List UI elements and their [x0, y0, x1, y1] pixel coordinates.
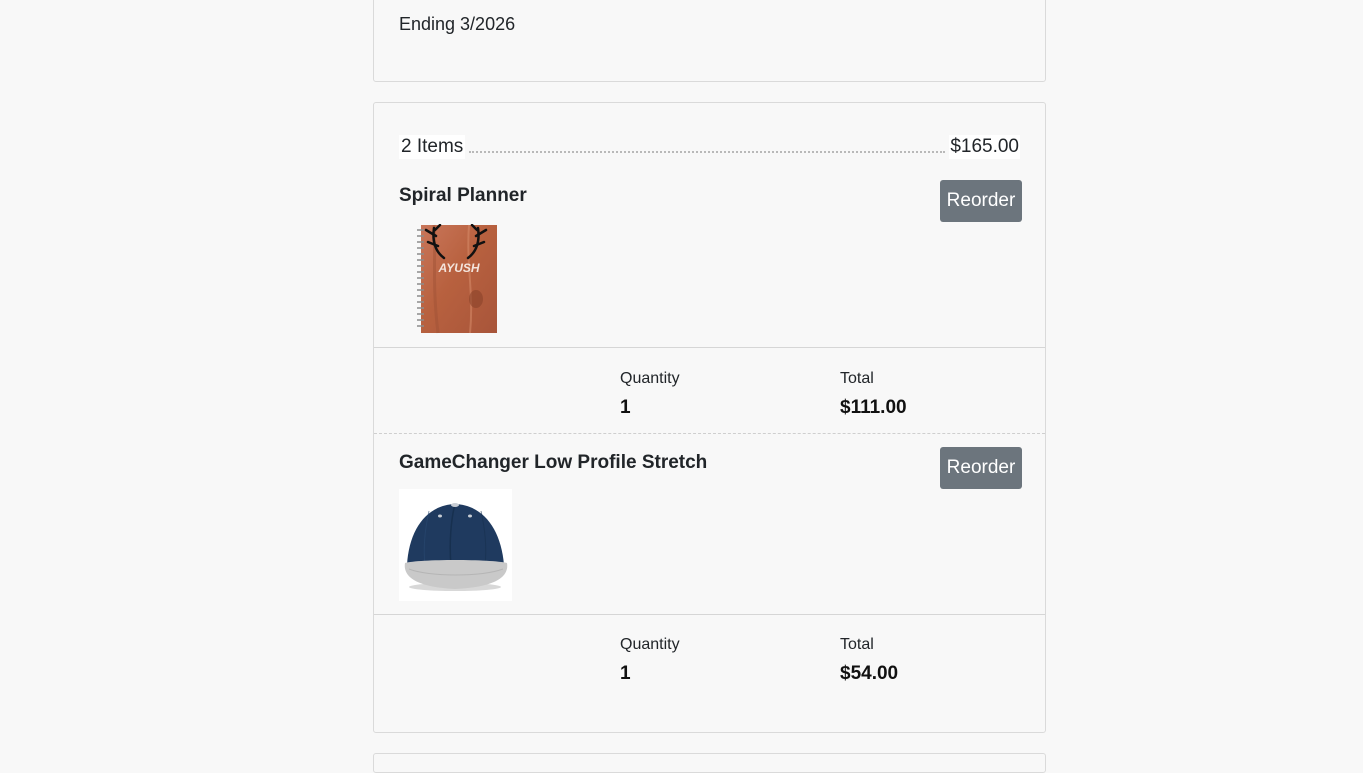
total-label: Total — [840, 370, 874, 387]
quantity-label: Quantity — [620, 636, 680, 653]
divider — [374, 347, 1045, 348]
item-name[interactable]: Spiral Planner — [399, 185, 527, 207]
quantity-value: 1 — [620, 397, 631, 418]
next-card — [373, 753, 1046, 773]
quantity-label: Quantity — [620, 370, 680, 387]
order-summary-row: 2 Items $165.00 — [399, 133, 1020, 159]
item-total: $54.00 — [840, 663, 899, 684]
cap-image[interactable] — [399, 489, 512, 606]
item-total: $111.00 — [840, 397, 907, 418]
quantity-value: 1 — [620, 663, 631, 684]
card-expiry: Ending 3/2026 — [399, 14, 516, 34]
item-count: 2 Items — [399, 135, 466, 159]
reorder-button[interactable]: Reorder — [940, 180, 1022, 222]
payment-method-card: 4242 Ending 3/2026 — [373, 0, 1046, 82]
item-name[interactable]: GameChanger Low Profile Stretch — [399, 452, 707, 474]
item-separator — [374, 433, 1045, 434]
spiral-planner-image[interactable]: AYUSH — [414, 223, 498, 339]
reorder-button[interactable]: Reorder — [940, 447, 1022, 489]
total-label: Total — [840, 636, 874, 653]
order-items-card: 2 Items $165.00 Spiral Planner Reorder A… — [373, 102, 1046, 733]
divider — [374, 614, 1045, 615]
order-total: $165.00 — [949, 135, 1020, 159]
planner-engraving: AYUSH — [437, 261, 479, 275]
card-number-partial: 4242 — [494, 0, 525, 3]
dotted-leader — [469, 151, 946, 153]
